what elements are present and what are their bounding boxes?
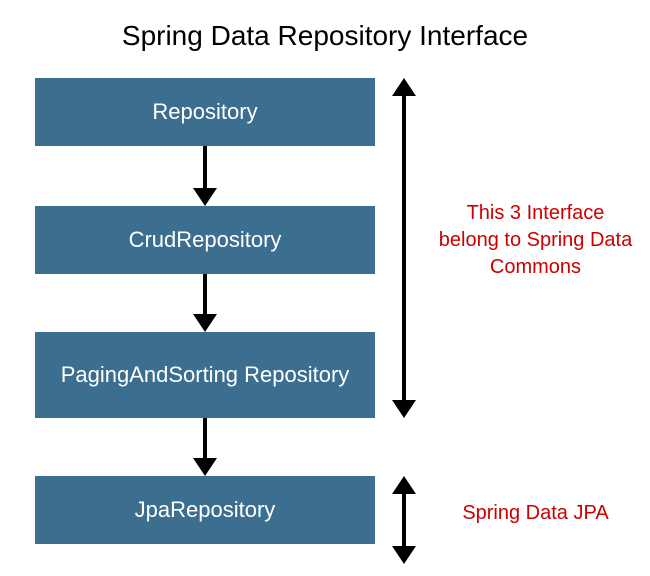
repository-label: Repository xyxy=(152,99,257,124)
jpa-repository-box: JpaRepository xyxy=(35,476,375,544)
repository-box: Repository xyxy=(35,78,375,146)
crud-repository-box: CrudRepository xyxy=(35,206,375,274)
annotation-commons: This 3 Interface belong to Spring Data C… xyxy=(438,200,633,281)
arrow-head-down-icon xyxy=(193,188,217,206)
arrow-head-down-icon xyxy=(193,458,217,476)
arrow-head-down-icon xyxy=(392,546,416,564)
arrow-head-down-icon xyxy=(392,400,416,418)
arrow-line xyxy=(203,418,207,458)
paging-sorting-repository-box: PagingAndSorting Repository xyxy=(35,332,375,418)
arrow-head-down-icon xyxy=(193,314,217,332)
diagram-title: Spring Data Repository Interface xyxy=(0,20,650,52)
arrow-line xyxy=(203,146,207,188)
paging-sorting-repository-label: PagingAndSorting Repository xyxy=(61,362,350,387)
bracket-line xyxy=(402,490,406,548)
jpa-repository-label: JpaRepository xyxy=(135,497,276,522)
arrow-line xyxy=(203,274,207,314)
annotation-jpa: Spring Data JPA xyxy=(438,500,633,527)
bracket-line xyxy=(402,92,406,402)
crud-repository-label: CrudRepository xyxy=(129,227,282,252)
